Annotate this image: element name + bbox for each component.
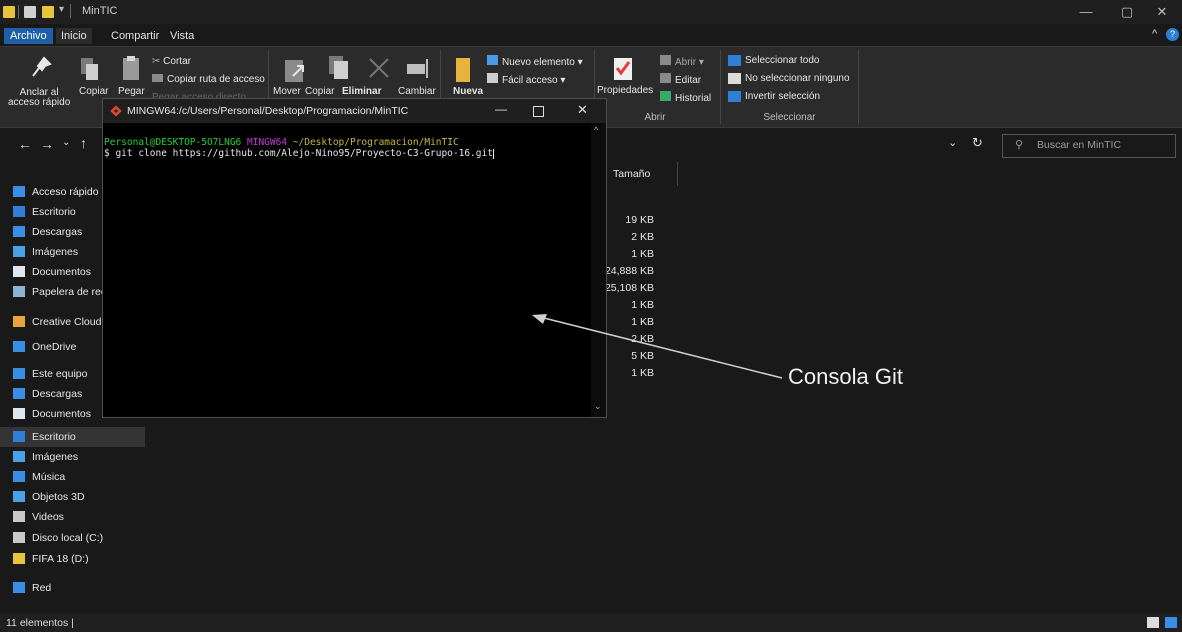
annotation-arrow — [532, 314, 783, 379]
annotation-label: Consola Git — [788, 364, 903, 389]
